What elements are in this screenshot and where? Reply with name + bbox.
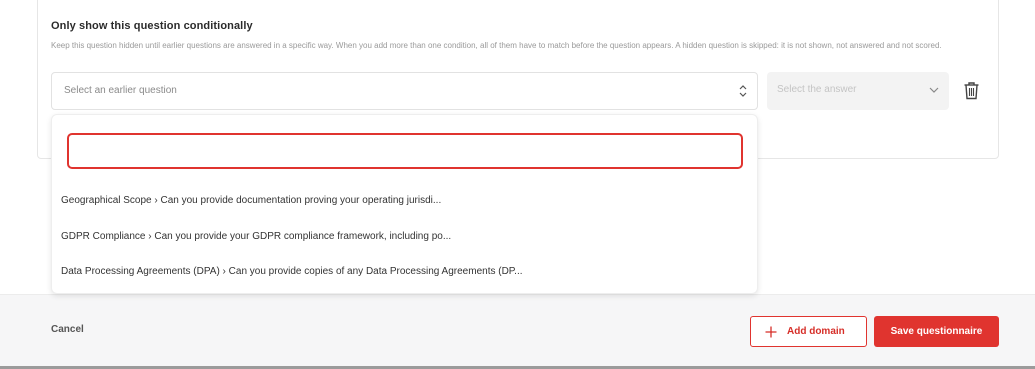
chevron-down-icon — [929, 87, 939, 93]
add-domain-button[interactable]: Add domain — [750, 316, 867, 347]
add-domain-label: Add domain — [787, 326, 845, 337]
dropdown-search-input[interactable] — [67, 133, 743, 169]
condition-title: Only show this question conditionally — [51, 20, 253, 32]
plus-icon — [765, 326, 777, 338]
dropdown-option[interactable]: Data Processing Agreements (DPA) › Can y… — [61, 266, 751, 277]
cancel-button[interactable]: Cancel — [51, 324, 84, 335]
condition-description: Keep this question hidden until earlier … — [51, 41, 942, 50]
answer-select[interactable]: Select the answer — [767, 72, 949, 110]
updown-chevron-icon — [739, 85, 747, 97]
save-questionnaire-button[interactable]: Save questionnaire — [874, 316, 999, 347]
footer-bar: Cancel Add domain Save questionnaire — [0, 294, 1035, 366]
answer-select-placeholder: Select the answer — [777, 84, 857, 95]
earlier-question-placeholder: Select an earlier question — [64, 85, 177, 96]
dropdown-option[interactable]: GDPR Compliance › Can you provide your G… — [61, 231, 751, 242]
question-dropdown: Geographical Scope › Can you provide doc… — [51, 114, 758, 294]
earlier-question-select[interactable]: Select an earlier question — [51, 72, 758, 110]
trash-icon[interactable] — [963, 81, 980, 100]
dropdown-option[interactable]: Geographical Scope › Can you provide doc… — [61, 195, 751, 206]
